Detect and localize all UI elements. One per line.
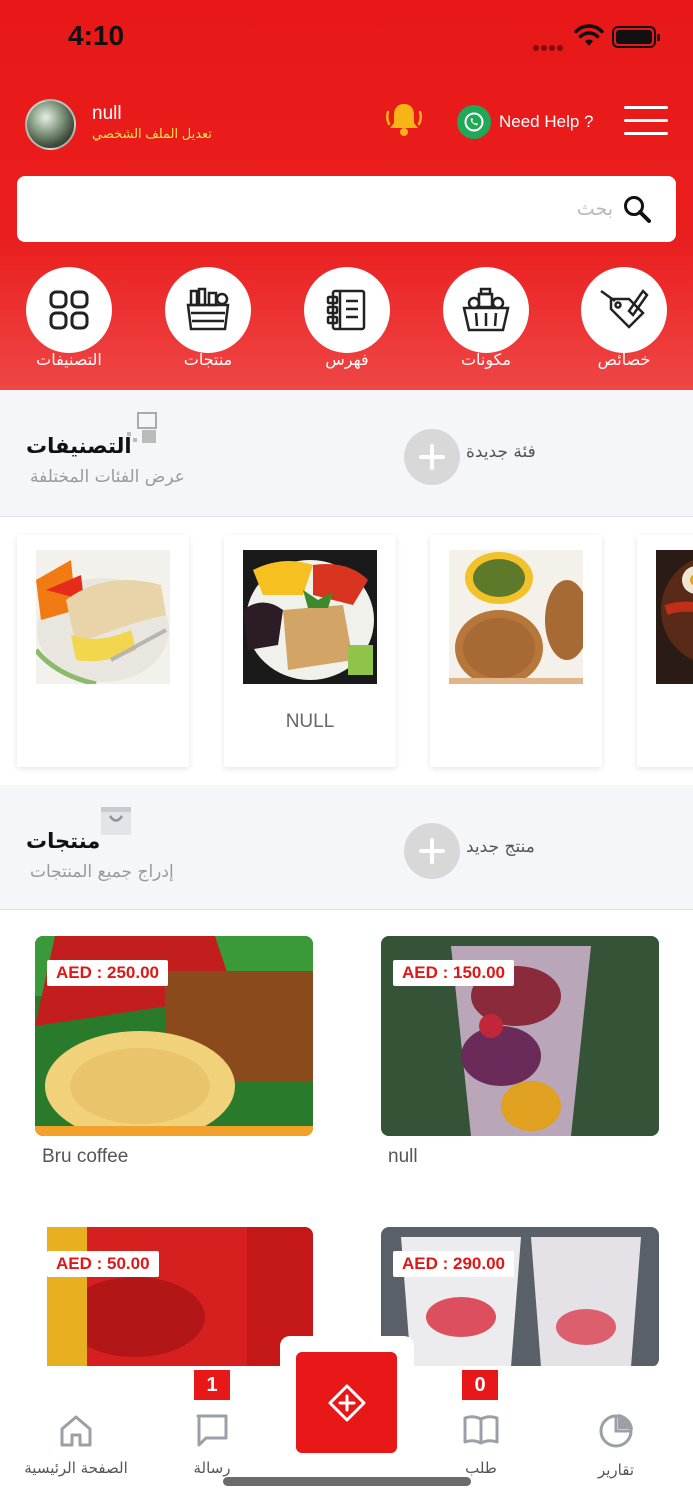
quick-action-attributes[interactable]: خصائص xyxy=(581,267,667,371)
home-icon xyxy=(60,1415,92,1447)
products-section-header: منتجات إدراج جميع المنتجات منتج جديد xyxy=(0,801,693,910)
categories-section-header: التصنيفات عرض الفئات المختلفة فئة جديدة xyxy=(0,390,693,517)
shopping-bag-icon xyxy=(101,807,131,835)
avatar[interactable] xyxy=(25,99,76,150)
header: 4:10 null تعديل الملف الشخصي Need Help ? xyxy=(0,0,693,390)
product-price-badge: AED : 250.00 xyxy=(47,960,168,986)
quick-action-label: خصائص xyxy=(597,350,651,369)
category-name: NULL xyxy=(285,711,335,732)
search-input[interactable] xyxy=(33,176,613,242)
product-image xyxy=(35,1227,313,1367)
orders-badge: 0 xyxy=(462,1370,498,1400)
section-title: منتجات xyxy=(26,829,101,853)
plus-icon xyxy=(419,838,445,864)
nav-orders-label: طلب xyxy=(465,1459,497,1477)
ingredients-basket-icon xyxy=(443,267,529,353)
user-name: null xyxy=(92,103,122,124)
catalog-book-icon xyxy=(304,267,390,353)
category-card[interactable] xyxy=(17,535,189,767)
app-screen: 4:10 null تعديل الملف الشخصي Need Help ? xyxy=(0,0,693,1500)
battery-icon xyxy=(612,26,660,48)
category-image xyxy=(243,550,377,684)
center-action-button[interactable] xyxy=(296,1352,397,1453)
category-card[interactable] xyxy=(430,535,602,767)
help-label: Need Help ? xyxy=(499,112,594,131)
wifi-icon xyxy=(574,24,604,46)
categories-list: NULL xyxy=(0,517,693,785)
quick-action-categories[interactable]: التصنيفات xyxy=(26,267,112,371)
search-bar[interactable] xyxy=(17,176,676,242)
hamburger-menu-icon[interactable] xyxy=(624,106,668,136)
section-subtitle: إدراج جميع المنتجات xyxy=(30,862,174,882)
nav-messages[interactable]: رسالة xyxy=(152,1412,272,1477)
product-name: null xyxy=(388,1146,418,1167)
nav-home[interactable]: الصفحة الرئيسية xyxy=(16,1412,136,1477)
category-image xyxy=(656,550,693,684)
add-category-button[interactable] xyxy=(404,429,460,485)
help-button[interactable]: Need Help ? xyxy=(457,104,594,140)
add-product-button[interactable] xyxy=(404,823,460,879)
nav-orders[interactable]: طلب xyxy=(421,1412,541,1477)
product-price-badge: AED : 150.00 xyxy=(393,960,514,986)
diamond-plus-icon xyxy=(328,1384,365,1421)
quick-action-label: التصنيفات xyxy=(36,350,102,369)
search-icon[interactable] xyxy=(622,194,652,224)
products-basket-icon xyxy=(165,267,251,353)
section-title: التصنيفات xyxy=(26,434,132,458)
home-indicator xyxy=(223,1477,471,1486)
nav-messages-label: رسالة xyxy=(193,1459,231,1477)
nav-home-label: الصفحة الرئيسية xyxy=(24,1459,128,1477)
quick-action-catalog[interactable]: فهرس xyxy=(304,267,390,371)
messages-badge: 1 xyxy=(194,1370,230,1400)
product-name: Bru coffee xyxy=(42,1146,129,1167)
category-image xyxy=(449,550,583,684)
section-subtitle: عرض الفئات المختلفة xyxy=(30,467,185,487)
add-category-label[interactable]: فئة جديدة xyxy=(466,442,536,462)
status-bar: 4:10 xyxy=(0,0,693,80)
message-icon xyxy=(196,1414,228,1447)
quick-action-label: مكونات xyxy=(460,350,512,369)
whatsapp-icon xyxy=(457,105,491,139)
nav-reports[interactable]: تقارير xyxy=(556,1412,676,1479)
categories-grid-icon xyxy=(26,267,112,353)
product-price-badge: AED : 290.00 xyxy=(393,1251,514,1277)
cellular-signal-icon xyxy=(533,38,567,51)
category-card[interactable] xyxy=(637,535,693,767)
quick-action-label: فهرس xyxy=(325,350,369,369)
category-card[interactable]: NULL xyxy=(224,535,396,767)
book-icon xyxy=(463,1415,499,1445)
product-image xyxy=(381,1227,659,1367)
quick-action-products[interactable]: منتجات xyxy=(165,267,251,371)
quick-action-label: منتجات xyxy=(183,350,233,369)
edit-profile-link[interactable]: تعديل الملف الشخصي xyxy=(92,126,212,142)
notification-bell-icon[interactable] xyxy=(383,100,425,140)
quick-action-ingredients[interactable]: مكونات xyxy=(443,267,529,371)
pie-chart-icon xyxy=(599,1414,633,1448)
plus-icon xyxy=(419,444,445,470)
status-time: 4:10 xyxy=(68,20,125,51)
add-product-label[interactable]: منتج جديد xyxy=(466,837,535,857)
category-image xyxy=(36,550,170,684)
nav-reports-label: تقارير xyxy=(597,1461,635,1479)
section-divider xyxy=(0,785,693,801)
attributes-tag-icon xyxy=(581,267,667,353)
product-price-badge: AED : 50.00 xyxy=(47,1251,159,1277)
